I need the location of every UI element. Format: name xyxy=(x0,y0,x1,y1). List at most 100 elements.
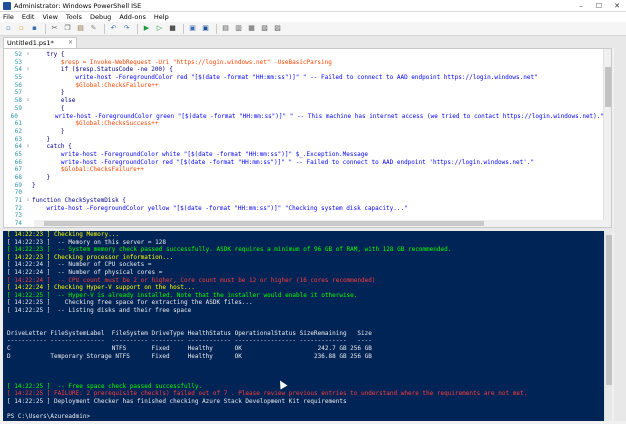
window-title: Administrator: Windows PowerShell ISE xyxy=(14,1,142,10)
code-text: } xyxy=(32,127,65,135)
clear-icon[interactable]: ✎ xyxy=(88,23,99,34)
menu-add-ons[interactable]: Add-ons xyxy=(119,13,146,21)
console-line: [ 14:22:23 ] Checking Memory... xyxy=(7,231,119,238)
code-text: write-host -ForegroundColor red "[$(date… xyxy=(32,74,538,82)
run-selection-icon[interactable]: ▷ xyxy=(154,23,165,34)
menu-bar: File Edit View Tools Debug Add-ons Help xyxy=(0,12,626,22)
code-text: write-host -ForegroundColor yellow "[$(d… xyxy=(32,204,408,212)
code-line: 54 ▫ if ($resp.StatusCode -ne 200) { xyxy=(4,66,604,74)
copy-icon[interactable]: ❐ xyxy=(62,23,73,34)
code-text: $Global:ChecksSuccess++ xyxy=(32,120,159,128)
code-text: if ($resp.StatusCode -ne 200) { xyxy=(32,66,173,74)
fold-toggle-icon xyxy=(24,151,32,159)
fold-toggle-icon[interactable]: ▫ xyxy=(24,51,32,59)
tab-untitled1[interactable]: Untitled1.ps1*(Recovered) × xyxy=(3,37,77,57)
menu-view[interactable]: View xyxy=(42,13,57,21)
line-number: 58 xyxy=(14,97,22,105)
line-number: 61 xyxy=(14,120,22,128)
new-remote-tab-icon[interactable]: ▣ xyxy=(187,23,198,34)
fold-toggle-icon[interactable]: ▫ xyxy=(24,143,32,151)
open-icon[interactable]: ▫ xyxy=(16,23,27,34)
show-commands-icon[interactable]: ▨ xyxy=(272,23,283,34)
code-line: 64 ▫ catch { xyxy=(4,143,604,151)
toolbar-separator xyxy=(137,23,138,34)
console-pane[interactable]: [ 14:22:23 ] Checking Memory...[ 14:22:2… xyxy=(3,231,612,421)
script-editor[interactable]: 52 ▫ try {53 $resp = Invoke-WebRequest -U… xyxy=(3,48,612,228)
console-line: [ 14:22:24 ] -- Number of physical cores… xyxy=(7,268,166,276)
console-line: [ 14:22:23 ] -- Memory on this server = … xyxy=(7,238,166,246)
console-vertical-scrollbar[interactable] xyxy=(604,231,612,421)
show-console-icon[interactable]: ▧ xyxy=(259,23,270,34)
scrollbar-thumb[interactable] xyxy=(44,221,484,226)
tab-close-icon[interactable]: × xyxy=(68,38,73,48)
code-line: 73 xyxy=(4,212,604,220)
code-line: 66 write-host -ForegroundColor red "[$(d… xyxy=(4,159,604,167)
paste-icon[interactable]: ▤ xyxy=(75,23,86,34)
line-number: 54 xyxy=(14,66,22,74)
toolbar-separator xyxy=(104,23,105,34)
show-script-top-icon[interactable]: ▤ xyxy=(220,23,231,34)
line-number: 57 xyxy=(14,89,22,97)
undo-icon[interactable]: ↶ xyxy=(108,23,119,34)
scrollbar-thumb[interactable] xyxy=(605,67,611,107)
code-line: 61 $Global:ChecksSuccess++ xyxy=(4,120,604,128)
toolbar: ▫ ▫ ▪ ✂ ❐ ▤ ✎ ↶ ↷ ▶ ▷ ■ ▣ ▣ ▤ ▥ ▦ ▧ ▨ xyxy=(0,22,626,36)
line-number: 65 xyxy=(14,150,22,158)
line-number: 69 xyxy=(14,181,22,189)
close-button[interactable]: ✕ xyxy=(608,0,626,12)
stop-icon[interactable]: ■ xyxy=(167,23,178,34)
code-text: function CheckSystemDisk { xyxy=(32,197,126,205)
code-text: write-host -ForegroundColor white "[$(da… xyxy=(32,150,368,158)
redo-icon[interactable]: ↷ xyxy=(121,23,132,34)
menu-help[interactable]: Help xyxy=(154,13,169,21)
menu-file[interactable]: File xyxy=(3,13,14,21)
code-line: 65 write-host -ForegroundColor white "[$… xyxy=(4,151,604,159)
code-text: { xyxy=(32,104,65,112)
console-line: [ 14:22:25 ] -- Hyper-V is already insta… xyxy=(7,291,358,299)
editor-lines: 52 ▫ try {53 $resp = Invoke-WebRequest -U… xyxy=(4,51,604,228)
code-line: 67 $Global:ChecksFailure++ xyxy=(4,166,604,174)
code-text: write-host -ForegroundColor green "[$(da… xyxy=(26,112,604,120)
run-icon[interactable]: ▶ xyxy=(141,23,152,34)
fold-toggle-icon[interactable]: ▫ xyxy=(24,66,32,74)
start-powershell-icon[interactable]: ▣ xyxy=(200,23,211,34)
code-line: 57 } xyxy=(4,89,604,97)
fold-toggle-icon xyxy=(24,212,32,220)
show-script-right-icon[interactable]: ▥ xyxy=(233,23,244,34)
line-number: 64 xyxy=(14,143,22,151)
scrollbar-thumb[interactable] xyxy=(606,235,612,385)
fold-toggle-icon[interactable]: ▫ xyxy=(24,197,32,205)
line-number: 59 xyxy=(14,104,22,112)
toolbar-separator xyxy=(45,23,46,34)
editor-vertical-scrollbar[interactable] xyxy=(603,49,611,227)
fold-toggle-icon xyxy=(24,182,32,190)
toolbar-separator xyxy=(216,23,217,34)
fold-toggle-icon xyxy=(24,205,32,213)
code-text: } xyxy=(32,174,51,181)
show-script-max-icon[interactable]: ▦ xyxy=(246,23,257,34)
code-line: 59 { xyxy=(4,105,604,113)
code-text: } xyxy=(32,89,65,97)
line-number: 62 xyxy=(14,127,22,135)
line-number: 74 xyxy=(14,220,22,228)
cut-icon[interactable]: ✂ xyxy=(49,23,60,34)
console-line: [ 14:22:25 ] Deployment Checker has fini… xyxy=(7,398,347,406)
line-number: 72 xyxy=(14,204,22,212)
fold-toggle-icon[interactable]: ▫ xyxy=(24,97,32,105)
line-number: 63 xyxy=(14,135,22,143)
new-file-icon[interactable]: ▫ xyxy=(3,23,14,34)
fold-toggle-icon xyxy=(24,189,32,197)
code-line: 53 $resp = Invoke-WebRequest -Uri "https… xyxy=(4,59,604,67)
editor-horizontal-scrollbar[interactable] xyxy=(34,220,604,227)
fold-toggle-icon xyxy=(24,136,32,144)
menu-tools[interactable]: Tools xyxy=(66,13,82,21)
maximize-button[interactable]: ☐ xyxy=(590,0,608,12)
code-line: 62 } xyxy=(4,128,604,136)
tab-strip: Untitled1.ps1*(Recovered) × xyxy=(0,36,626,57)
minimize-button[interactable]: – xyxy=(572,0,590,12)
save-icon[interactable]: ▪ xyxy=(29,23,40,34)
menu-edit[interactable]: Edit xyxy=(22,13,35,21)
menu-debug[interactable]: Debug xyxy=(90,13,111,21)
